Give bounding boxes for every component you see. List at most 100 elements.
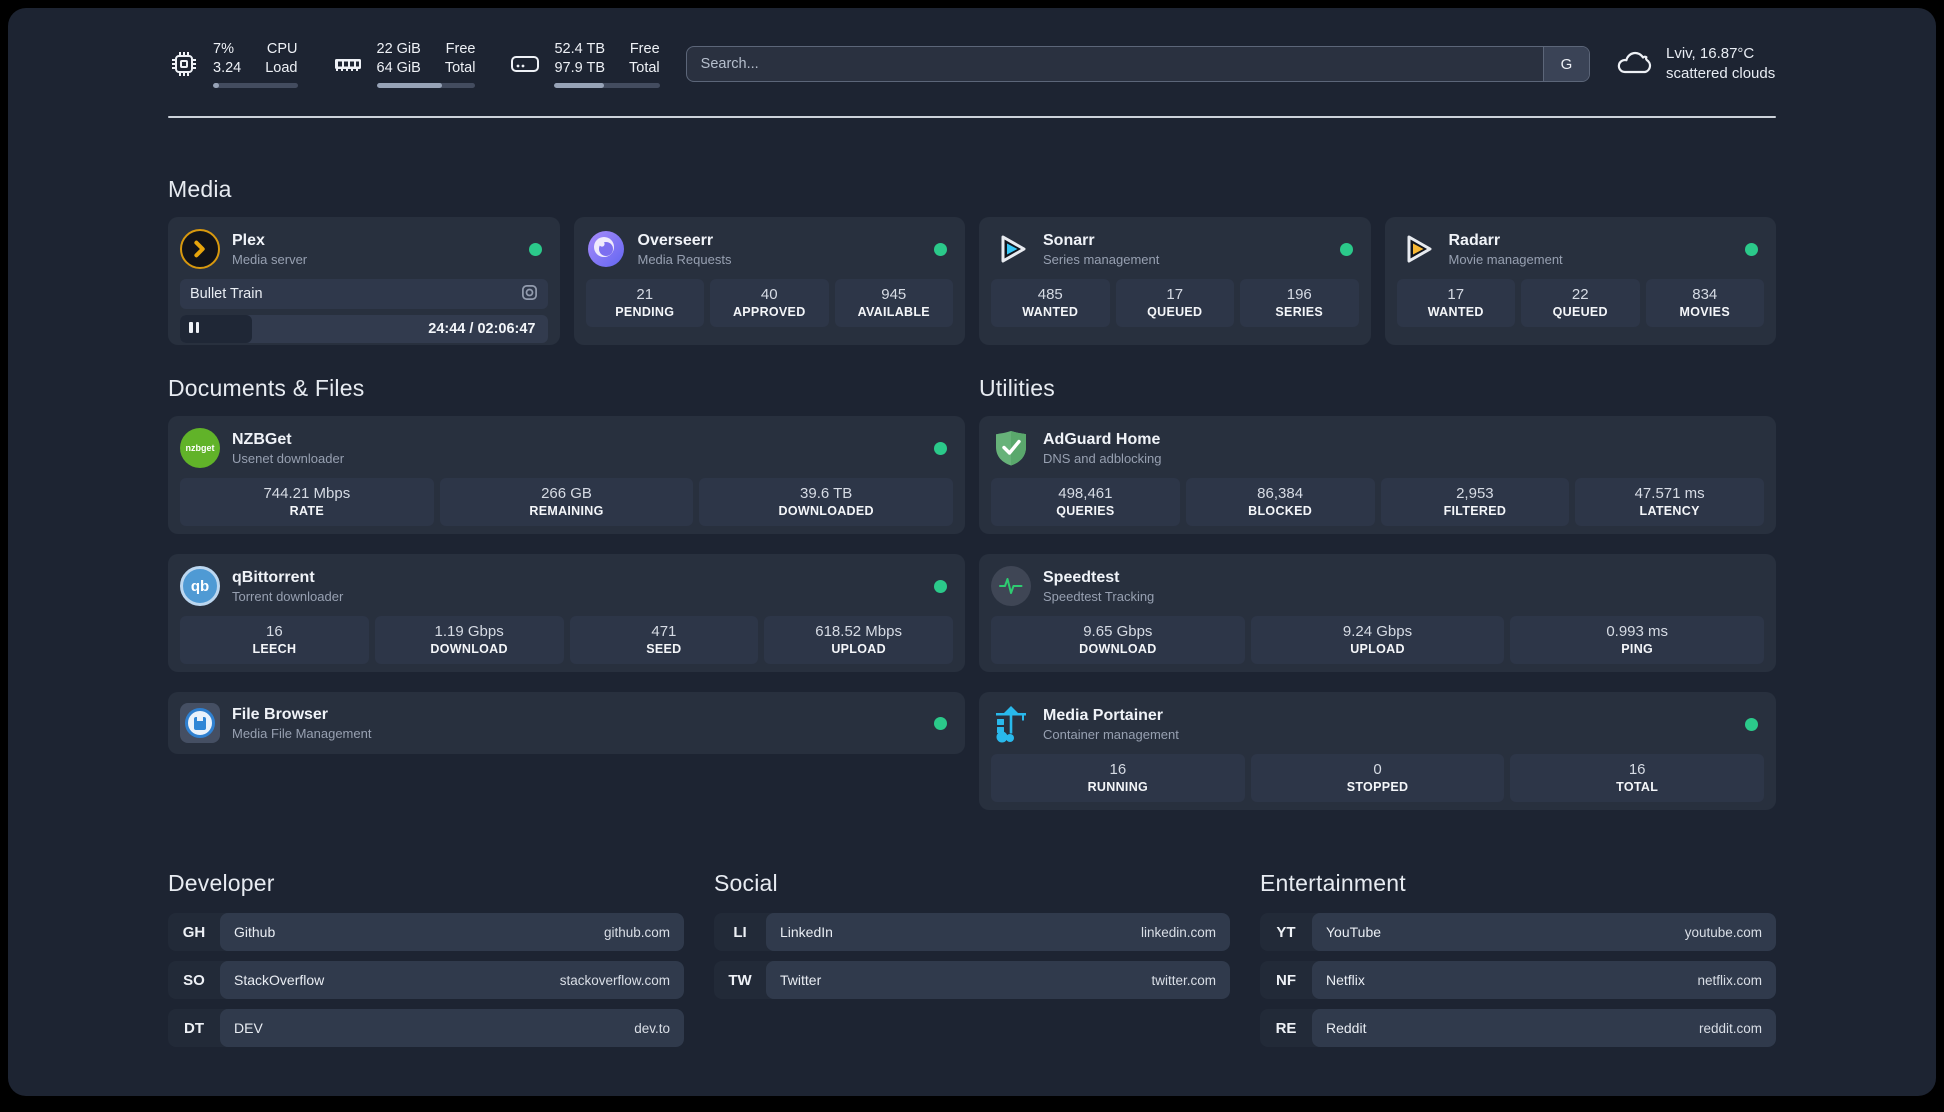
app-name: Sonarr	[1043, 231, 1095, 249]
memory-progress-fill	[376, 83, 442, 89]
status-online-dot	[1745, 717, 1758, 731]
stat-value: 498,461	[1058, 485, 1113, 502]
stat-value: 86,384	[1257, 485, 1304, 502]
bookmark-dev[interactable]: DT DEV dev.to	[168, 1009, 684, 1047]
bookmark-reddit[interactable]: RE Reddit reddit.com	[1260, 1009, 1776, 1047]
bookmark-name: Netflix	[1326, 972, 1365, 988]
stat-tile: 40 APPROVED	[710, 279, 829, 327]
stat-value: 0.993 ms	[1606, 623, 1669, 640]
disk-stat-widget: 52.4 TB 97.9 TB Free Total	[509, 40, 660, 89]
section-documents-files: Documents & Files nzbget NZBGet Usenet d…	[168, 375, 965, 810]
status-online-dot	[934, 716, 947, 730]
header-divider	[168, 116, 1776, 118]
app-description: Container management	[1043, 727, 1179, 743]
stat-value: 618.52 Mbps	[815, 623, 902, 640]
status-online-dot	[934, 242, 947, 256]
app-card-qbittorrent[interactable]: qb qBittorrent Torrent downloader 16 LEE…	[168, 554, 965, 672]
cpu-progress-track	[213, 83, 298, 89]
stat-tile: 9.24 Gbps UPLOAD	[1250, 616, 1505, 664]
memory-total-value: 64 GiB	[376, 60, 421, 76]
bookmark-stackoverflow[interactable]: SO StackOverflow stackoverflow.com	[168, 961, 684, 999]
bookmark-twitter[interactable]: TW Twitter twitter.com	[714, 961, 1230, 999]
bookmark-url: youtube.com	[1684, 924, 1762, 940]
app-card-nzbget[interactable]: nzbget NZBGet Usenet downloader 744.21 M…	[168, 416, 965, 534]
app-description: Usenet downloader	[232, 451, 345, 467]
app-card-overseerr[interactable]: Overseerr Media Requests 21 PENDING 40 A…	[573, 217, 965, 345]
app-description: Movie management	[1448, 252, 1563, 268]
pause-icon[interactable]	[189, 320, 202, 338]
stat-label: APPROVED	[732, 305, 806, 319]
stat-tile: 485 WANTED	[991, 279, 1110, 327]
app-card-radarr[interactable]: Radarr Movie management 17 WANTED 22 QUE…	[1384, 217, 1776, 345]
app-card-media-portainer[interactable]: Media Portainer Container management 16 …	[979, 692, 1776, 810]
stat-value: 485	[1037, 286, 1063, 303]
stat-label: SERIES	[1275, 305, 1324, 319]
status-online-dot	[528, 242, 542, 256]
stat-value: 16	[266, 623, 283, 640]
stat-label: LATENCY	[1639, 504, 1700, 518]
stat-label: QUERIES	[1056, 504, 1115, 518]
app-card-adguard-home[interactable]: AdGuard Home DNS and adblocking 498,461 …	[979, 416, 1776, 534]
status-online-dot	[1745, 242, 1758, 256]
stat-label: DOWNLOAD	[1079, 642, 1157, 656]
bookmark-url: github.com	[603, 924, 670, 940]
stat-label: TOTAL	[1616, 780, 1659, 794]
app-description: Media File Management	[232, 726, 372, 742]
bookmark-abbr: RE	[1275, 1019, 1297, 1037]
top-bar: 7% 3.24 CPU Load 22 GiB 64 GiB Free Tota…	[168, 38, 1776, 90]
bookmark-abbr: SO	[183, 971, 205, 989]
bookmark-name: LinkedIn	[780, 924, 833, 940]
memory-free-label: Free	[445, 40, 476, 57]
app-card-sonarr[interactable]: Sonarr Series management 485 WANTED 17 Q…	[979, 217, 1371, 345]
cpu-usage-label: CPU	[266, 40, 298, 57]
section-utilities: Utilities AdGuard Home DNS and adblockin…	[979, 375, 1776, 810]
section-title-utilities: Utilities	[979, 375, 1055, 401]
bookmark-github[interactable]: GH Github github.com	[168, 913, 684, 951]
stat-value: 2,953	[1456, 485, 1494, 502]
bookmark-url: stackoverflow.com	[559, 972, 670, 988]
app-name: Overseerr	[637, 231, 714, 249]
memory-total-label: Total	[444, 60, 476, 76]
adguard-shield-icon	[991, 428, 1031, 468]
stat-value: 17	[1166, 286, 1184, 303]
stat-label: FILTERED	[1443, 504, 1507, 518]
playback-progress-bar[interactable]: 24:44 / 02:06:47	[180, 315, 548, 343]
cpu-usage-value: 7%	[213, 40, 234, 57]
stat-value: 16	[1109, 761, 1127, 778]
disk-free-value: 52.4 TB	[554, 40, 606, 57]
stat-tile: 47.571 ms LATENCY	[1575, 478, 1764, 526]
app-description: Series management	[1043, 252, 1160, 268]
bookmark-abbr: GH	[182, 923, 206, 941]
app-card-speedtest[interactable]: Speedtest Speedtest Tracking 9.65 Gbps D…	[979, 554, 1776, 672]
stat-value: 945	[881, 286, 907, 303]
search-engine-button[interactable]: G	[1543, 47, 1589, 81]
now-playing-title: Bullet Train	[190, 286, 263, 302]
stat-label: UPLOAD	[1350, 642, 1405, 656]
stat-value: 17	[1447, 286, 1465, 303]
stat-tile: 16 TOTAL	[1510, 754, 1765, 802]
stat-tile: 471 SEED	[569, 616, 759, 664]
app-name: Plex	[232, 231, 265, 249]
memory-icon	[332, 48, 364, 80]
search-bar[interactable]: G	[685, 46, 1590, 82]
section-entertainment: Entertainment YT YouTube youtube.com NF …	[1260, 870, 1776, 1057]
bookmark-abbr: NF	[1276, 971, 1296, 989]
stat-label: SEED	[646, 642, 682, 656]
section-title-developer: Developer	[168, 870, 275, 896]
stat-tile: 498,461 QUERIES	[991, 478, 1180, 526]
bookmark-linkedin[interactable]: LI LinkedIn linkedin.com	[714, 913, 1230, 951]
bookmark-youtube[interactable]: YT YouTube youtube.com	[1260, 913, 1776, 951]
bookmark-netflix[interactable]: NF Netflix netflix.com	[1260, 961, 1776, 999]
stat-tile: 39.6 TB DOWNLOADED	[699, 478, 954, 526]
section-title-entertainment: Entertainment	[1260, 870, 1406, 896]
status-online-dot	[934, 579, 947, 593]
stat-value: 744.21 Mbps	[263, 485, 351, 502]
section-developer: Developer GH Github github.com SO StackO…	[168, 870, 684, 1057]
app-card-filebrowser[interactable]: File Browser Media File Management	[168, 692, 965, 754]
search-input[interactable]	[686, 47, 1543, 81]
stat-label: RATE	[289, 504, 324, 518]
app-card-plex[interactable]: Plex Media server Bullet Train 24:44 / 0	[168, 217, 560, 345]
stat-tile: 0 STOPPED	[1250, 754, 1505, 802]
weather-location-temp: Lviv, 16.87°C	[1666, 44, 1755, 62]
stat-label: DOWNLOADED	[778, 504, 874, 518]
